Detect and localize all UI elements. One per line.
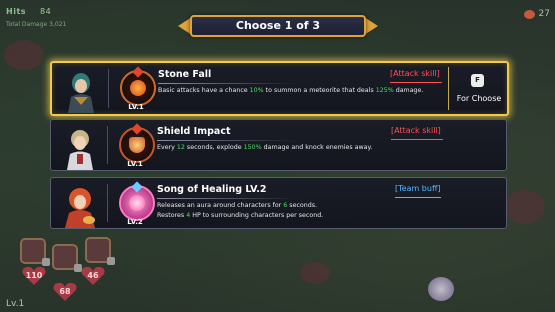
desc-text: HP to surrounding characters per second. <box>190 212 324 219</box>
skill-option-stone-fall[interactable]: LV.1 Stone Fall [Attack skill] Basic att… <box>50 61 509 116</box>
card-divider <box>107 126 108 164</box>
skill-tag: [Attack skill] <box>390 69 440 78</box>
skill-description: Basic attacks have a chance 10% to summo… <box>158 87 423 94</box>
skill-option-shield-impact[interactable]: LV.1 Shield Impact [Attack skill] Every … <box>50 119 507 171</box>
hits-label: Hits <box>6 7 27 16</box>
desc-highlight: 125% <box>375 87 394 94</box>
coin-counter: 27 <box>523 9 550 19</box>
desc-text: seconds. <box>287 202 318 209</box>
desc-text: damage. <box>393 87 424 94</box>
hp-value: 46 <box>87 271 99 280</box>
selection-divider <box>448 67 449 110</box>
heart-core-icon <box>129 195 145 211</box>
desc-highlight: 150% <box>243 144 262 151</box>
blue-gem-icon <box>131 181 143 193</box>
desc-text: Every <box>157 144 177 151</box>
desc-text: Restores <box>157 212 187 219</box>
ground-blob <box>300 262 330 284</box>
coin-icon <box>523 9 535 19</box>
keyboard-f-key-icon: F <box>471 74 484 87</box>
name-underline <box>158 83 298 84</box>
skill-description-line-2: Restores 4 HP to surrounding characters … <box>157 212 323 219</box>
banner-title: Choose 1 of 3 <box>235 19 321 32</box>
hits-counter: Hits 84 <box>6 7 51 16</box>
card-divider <box>107 184 108 222</box>
skill-level: LV.2 <box>127 218 143 226</box>
for-choose-label[interactable]: For Choose <box>452 94 506 103</box>
skill-level: LV.1 <box>128 103 144 111</box>
desc-text: seconds, explode <box>184 144 244 151</box>
hp-value: 110 <box>25 271 43 280</box>
meteor-core-icon <box>130 80 146 96</box>
desc-text: Releases an aura around characters for <box>157 202 284 209</box>
skill-tag: [Team buff] <box>395 184 441 193</box>
party-slot[interactable] <box>85 237 115 265</box>
desc-highlight: 12 <box>176 144 185 151</box>
heart-skill-icon <box>119 181 155 221</box>
skill-description: Every 12 seconds, explode 150% damage an… <box>157 144 372 151</box>
name-underline <box>157 140 297 141</box>
red-gem-icon <box>131 123 143 135</box>
tag-underline <box>391 139 443 140</box>
party-slot[interactable] <box>20 238 50 266</box>
coin-value: 27 <box>538 9 550 19</box>
shield-skill-icon <box>119 123 155 163</box>
character-portrait-icon <box>67 130 93 170</box>
hp-value: 68 <box>59 287 71 296</box>
skill-description-line-1: Releases an aura around characters for 6… <box>157 202 317 209</box>
desc-text: Basic attacks have a chance <box>158 87 250 94</box>
ground-blob <box>505 190 545 224</box>
shield-core-icon <box>129 137 145 153</box>
choose-banner: Choose 1 of 3 <box>178 12 378 40</box>
ground-blob <box>4 40 44 70</box>
skill-option-song-of-healing[interactable]: LV.2 Song of Healing LV.2 [Team buff] Re… <box>50 177 507 229</box>
slot-badge-icon <box>107 257 115 265</box>
character-portrait-icon <box>68 73 94 113</box>
skill-name: Stone Fall <box>158 69 212 80</box>
name-underline <box>157 198 297 199</box>
slot-badge-icon <box>42 258 50 266</box>
skill-name: Shield Impact <box>157 126 231 137</box>
meteor-skill-icon <box>120 66 156 106</box>
party-slot[interactable] <box>52 244 82 272</box>
hits-value: 84 <box>40 7 52 16</box>
card-divider <box>108 69 109 108</box>
skill-name: Song of Healing LV.2 <box>157 184 267 195</box>
enemy-orb-icon <box>428 277 454 301</box>
skill-tag: [Attack skill] <box>391 126 441 135</box>
tag-underline <box>395 197 441 198</box>
character-portrait-icon <box>65 188 95 228</box>
total-damage: Total Damage 3,021 <box>6 21 67 28</box>
player-level: Lv.1 <box>6 299 25 309</box>
desc-highlight: 10% <box>249 87 264 94</box>
desc-text: to summon a meteorite that deals <box>263 87 376 94</box>
tag-underline <box>390 82 442 83</box>
desc-text: damage and knock enemies away. <box>261 144 373 151</box>
red-gem-icon <box>132 66 144 78</box>
skill-level: LV.1 <box>127 160 143 168</box>
